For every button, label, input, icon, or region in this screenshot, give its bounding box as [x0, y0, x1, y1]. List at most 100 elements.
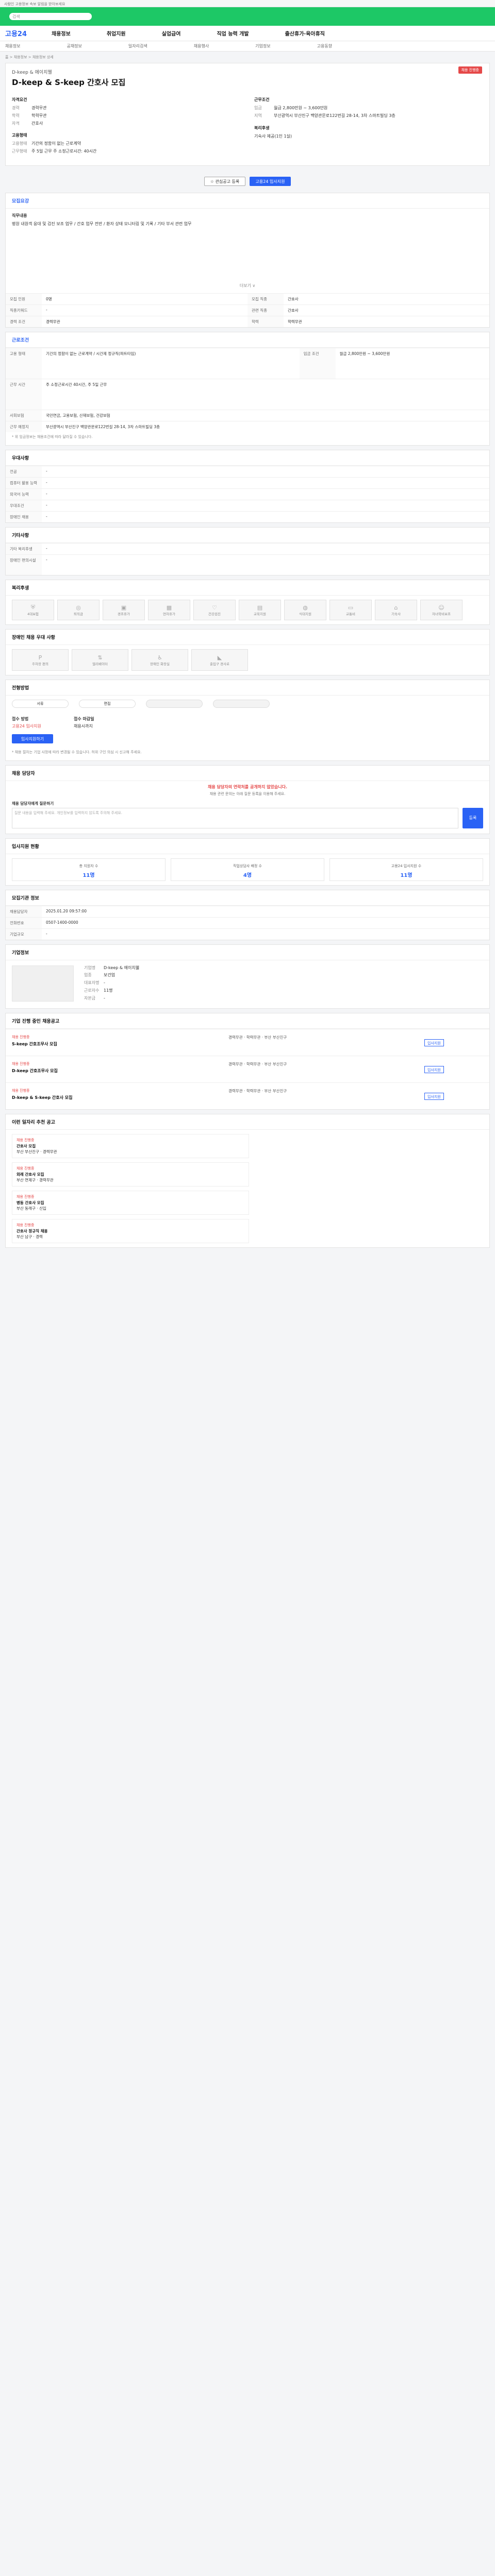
welfare-label: 자녀학비보조: [432, 612, 451, 616]
subnav-item[interactable]: 채용행사: [194, 43, 209, 49]
similar-item[interactable]: 채용 진행중 간호사 모집 부산 부산진구 · 경력무관: [12, 1134, 249, 1159]
ask-textarea[interactable]: 질문 내용을 입력해 주세요. 개인정보를 입력하지 않도록 주의해 주세요.: [12, 807, 458, 828]
section-title: 복리후생: [6, 580, 489, 596]
meal-icon: ◍: [303, 604, 308, 611]
value: 보건업: [104, 973, 116, 978]
welfare-item: ▭ 교통비: [329, 600, 372, 620]
value: 0507-1400-0000: [42, 917, 489, 928]
welfare-label: 교육지원: [254, 612, 266, 616]
subnav-item[interactable]: 고용동향: [317, 43, 332, 49]
other-jobs-section: 기업 진행 중인 채용공고 채용 진행중 S-keep 간호조무사 모집 경력무관…: [5, 1013, 490, 1110]
job-apply-button[interactable]: 입사지원: [424, 1065, 444, 1073]
job-apply-button[interactable]: 입사지원: [424, 1092, 444, 1100]
label: 전화번호: [6, 917, 42, 928]
subnav-item[interactable]: 일자리검색: [128, 43, 147, 49]
similar-item[interactable]: 채용 진행중 간호사 정규직 채용 부산 남구 · 경력: [12, 1219, 249, 1244]
terms-col: 근무조건 임금 월급 2,800만원 ~ 3,600만원 지역 부산광역시 부산진구…: [254, 97, 481, 157]
hero-search-input[interactable]: 검색: [9, 13, 92, 20]
ask-submit-button[interactable]: 등록: [463, 807, 483, 828]
label: 지역: [254, 113, 262, 118]
logo[interactable]: 고용24: [5, 28, 36, 38]
job-row-title[interactable]: D-keep 간호조무사 모집: [12, 1068, 228, 1074]
home-icon: ⌂: [394, 604, 398, 611]
status-badge: 채용 진행중: [458, 66, 482, 74]
welfare-label: 연차휴가: [163, 612, 175, 616]
job-apply-button[interactable]: 입사지원: [424, 1039, 444, 1046]
ask-form: 채용 담당자에게 질문하기 질문 내용을 입력해 주세요. 개인정보를 입력하지…: [12, 801, 458, 828]
label: 임금: [254, 106, 262, 110]
elevator-icon: ⇅: [97, 654, 103, 661]
job-row-title[interactable]: D-keep & S-keep 간호사 모집: [12, 1095, 228, 1100]
menu-item[interactable]: 실업급여: [162, 29, 181, 37]
facility-label: 주차장 편의: [32, 662, 48, 666]
section-label: 근무조건: [254, 97, 270, 102]
menu-item[interactable]: 출산휴가·육아휴직: [285, 29, 325, 37]
similar-section: 이런 일자리 추천 공고 채용 진행중 간호사 모집 부산 부산진구 · 경력무관 …: [5, 1114, 490, 1248]
apply-now-button[interactable]: 입사지원하기: [12, 734, 53, 743]
similar-item[interactable]: 채용 진행중 병동 간호사 모집 부산 동래구 · 신입: [12, 1191, 249, 1215]
ask-title: 채용 담당자에게 질문하기: [12, 801, 54, 806]
scrap-button[interactable]: ☆ 관심공고 등록: [204, 177, 245, 186]
ramp-icon: ◣: [217, 654, 222, 661]
restroom-icon: ♿: [157, 654, 162, 661]
section-label: 자격요건: [12, 97, 27, 102]
value: 주 5일 근무 주 소정근로시간: 40시간: [31, 149, 97, 154]
subnav-item[interactable]: 채용정보: [5, 43, 20, 49]
subnav-item[interactable]: 공채정보: [67, 43, 81, 49]
disabled-section: 장애인 채용 우대 사항 P 주차장 편의 ⇅ 엘리베이터 ♿ 장애인 화장실 ◣ 출입…: [5, 629, 490, 675]
similar-title[interactable]: 간호사 정규직 채용: [16, 1228, 244, 1234]
apply-button[interactable]: 고용24 입사지원: [250, 177, 291, 186]
welfare-item: ⛨ 4대보험: [12, 600, 54, 620]
job-meta: 경력무관 · 학력무관 · 부산 부산진구: [228, 1035, 287, 1040]
main-menu: 채용정보 취업지원 실업급여 직업 능력 개발 출산휴가·육아휴직: [52, 29, 325, 37]
similar-meta: 부산 남구 · 경력: [16, 1234, 43, 1240]
value: -: [104, 995, 105, 1001]
page: 사람인 고용정보 속보 알림을 받아보세요 검색 고용24 채용정보 취업지원 …: [0, 0, 495, 1283]
facility-label: 장애인 화장실: [150, 662, 170, 666]
job-row-title[interactable]: S-keep 간호조무사 모집: [12, 1041, 228, 1047]
info-table: 채용담당자 2025.01.20 09:57:00 전화번호 0507-1400-0…: [6, 905, 489, 940]
similar-item[interactable]: 채용 진행중 외래 간호사 모집 부산 연제구 · 경력무관: [12, 1162, 249, 1187]
subnav-item[interactable]: 기업정보: [255, 43, 270, 49]
menu-item[interactable]: 채용정보: [52, 29, 71, 37]
bus-icon: ▭: [348, 604, 354, 611]
similar-title[interactable]: 외래 간호사 모집: [16, 1172, 244, 1177]
global-nav: 고용24 채용정보 취업지원 실업급여 직업 능력 개발 출산휴가·육아휴직: [0, 26, 495, 41]
process-step: 서류: [12, 700, 69, 708]
value: 기간의 정함이 없는 근로계약 / 시간제 정규직(파트타임): [42, 348, 300, 379]
stat-box: 직업상담사 배정 수 4명: [171, 858, 324, 881]
facility-item: P 주차장 편의: [12, 649, 69, 671]
welfare-item: ▤ 교육지원: [239, 600, 281, 620]
label: 모집 인원: [6, 293, 42, 305]
conditions-section: 근로조건 고용 형태 기간의 정함이 없는 근로계약 / 시간제 정규직(파트타임…: [5, 332, 490, 446]
company-name[interactable]: D-keep & 에이치웰: [12, 69, 483, 75]
label: 대표자명: [84, 980, 100, 986]
apply-title: 접수 방법: [12, 717, 29, 721]
job-row[interactable]: 채용 진행중 S-keep 간호조무사 모집 경력무관 · 학력무관 · 부산 부…: [6, 1029, 489, 1056]
menu-item[interactable]: 취업지원: [107, 29, 126, 37]
similar-title[interactable]: 병동 간호사 모집: [16, 1200, 244, 1206]
breadcrumb: 홈 > 채용정보 > 채용정보 상세: [5, 55, 54, 59]
job-row[interactable]: 채용 진행중 D-keep 간호조무사 모집 경력무관 · 학력무관 · 부산 부…: [6, 1056, 489, 1082]
process-step: [213, 700, 270, 708]
calendar-icon: ▦: [166, 604, 172, 611]
section-title: 전형방법: [6, 680, 489, 696]
label: 업종: [84, 973, 92, 978]
similar-list: 채용 진행중 간호사 모집 부산 부산진구 · 경력무관 채용 진행중 외래 간호사 …: [6, 1130, 489, 1247]
star-icon: ☆: [210, 179, 216, 184]
more-button[interactable]: 더보기 ∨: [12, 283, 483, 289]
company-section: 기업정보 기업명 D-keep & 에이치웰 업종 보건업 대표자명 - 근로자수 11…: [5, 944, 490, 1009]
label: 근무 시간: [6, 379, 42, 410]
conditions-table: 고용 형태 기간의 정함이 없는 근로계약 / 시간제 정규직(파트타임) 임금 조…: [6, 348, 489, 432]
section-title: 기업정보: [6, 945, 489, 960]
stat-label: 총 지원자 수: [79, 863, 98, 868]
value: 2025.01.20 09:57:00: [42, 905, 489, 917]
job-row[interactable]: 채용 진행중 D-keep & S-keep 간호사 모집 경력무관 · 학력무관…: [6, 1082, 489, 1109]
job-meta: 경력무관 · 학력무관 · 부산 부산진구: [228, 1089, 287, 1094]
similar-title[interactable]: 간호사 모집: [16, 1143, 244, 1149]
job-header: 채용 진행중 D-keep & 에이치웰 D-keep & S-keep 간호사…: [5, 63, 490, 166]
value: 11명: [104, 988, 113, 993]
qual-col: 자격요건 경력 경력무관 학력 학력무관 자격 간호사 고용형태 고용형태 기간의 정함…: [12, 97, 239, 157]
menu-item[interactable]: 직업 능력 개발: [217, 29, 249, 37]
section-title: 장애인 채용 우대 사항: [6, 630, 489, 645]
